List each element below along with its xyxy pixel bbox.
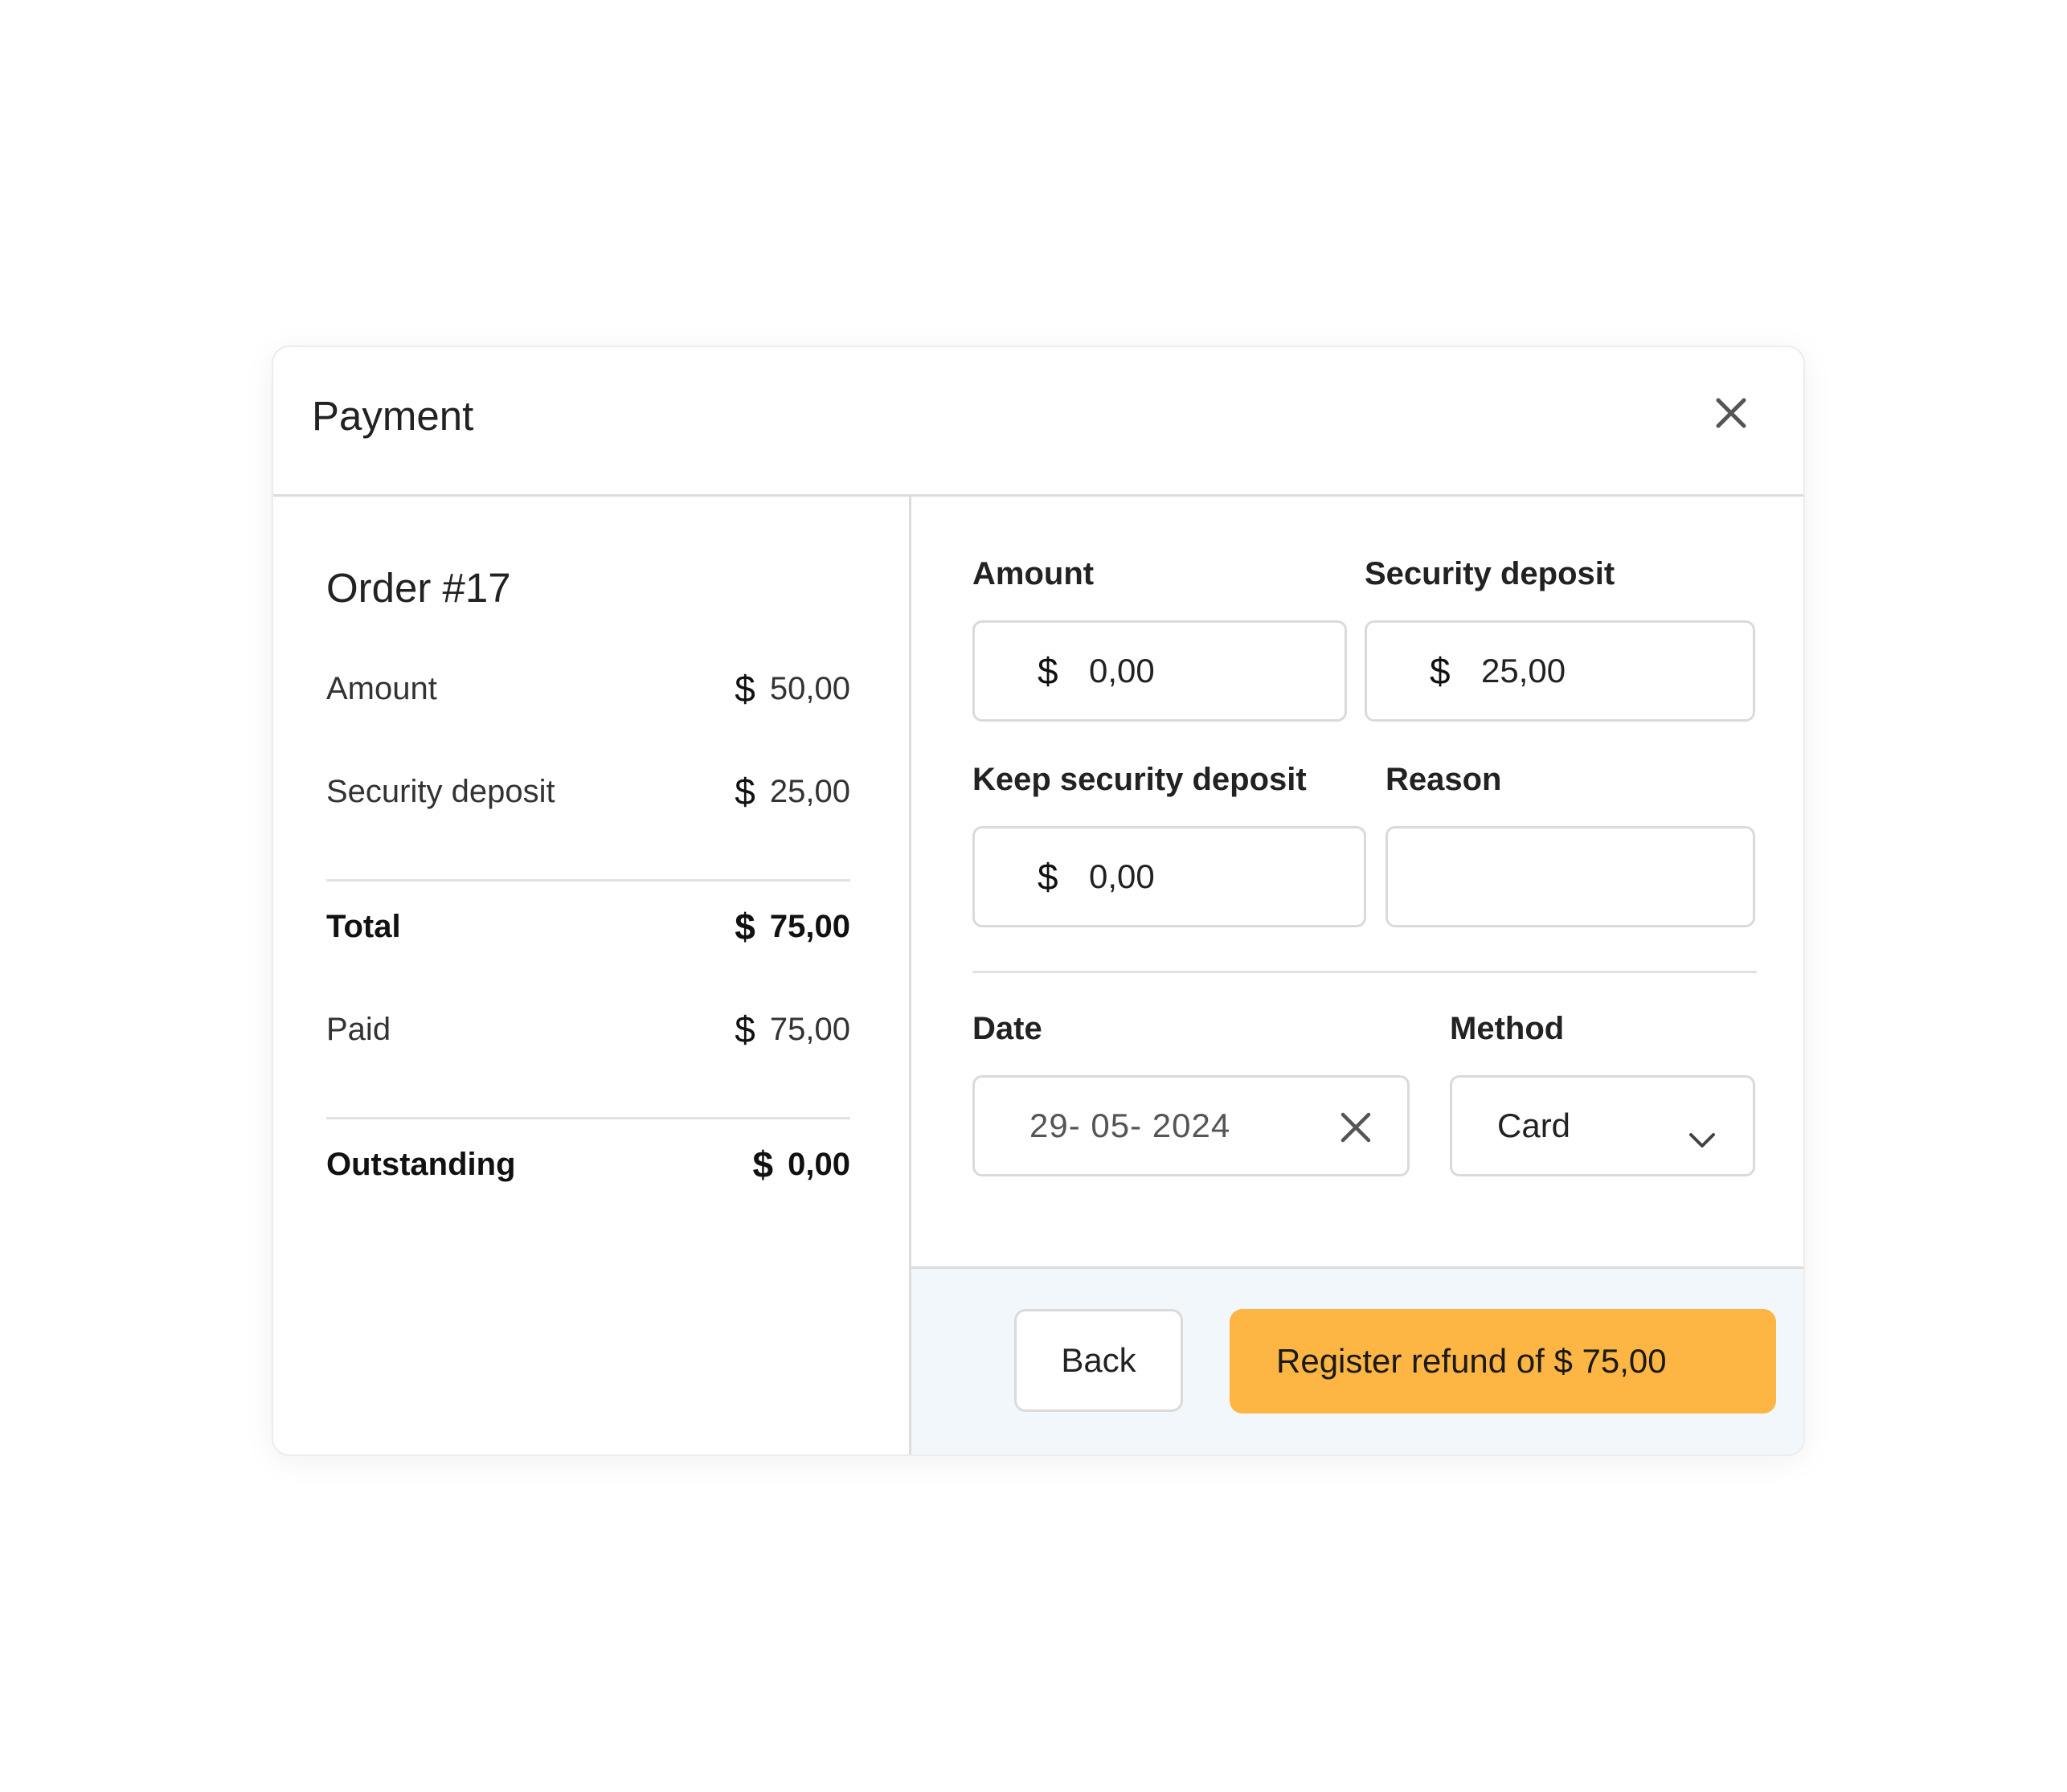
keep-security-deposit-label: Keep security deposit (972, 762, 1307, 797)
summary-label: Security deposit (326, 773, 555, 809)
currency-symbol: $ (1038, 856, 1058, 898)
currency-symbol: $ (735, 906, 755, 947)
summary-label: Paid (326, 1011, 391, 1047)
amount-input[interactable]: $ 0,00 (972, 620, 1347, 722)
summary-divider (326, 1117, 850, 1119)
back-button[interactable]: Back (1014, 1309, 1183, 1412)
reason-label: Reason (1386, 762, 1502, 797)
currency-symbol: $ (735, 668, 755, 710)
summary-row-security-deposit: Security deposit $25,00 (326, 770, 850, 813)
summary-row-total: Total $75,00 (326, 905, 850, 948)
modal-title: Payment (312, 393, 474, 439)
order-title: Order #17 (326, 565, 511, 611)
form-divider (972, 971, 1757, 973)
modal-header: Payment (273, 347, 1803, 497)
amount-label: Amount (972, 556, 1095, 591)
clear-date-icon[interactable] (1340, 1111, 1372, 1144)
modal-footer: Back Register refund of $ 75,00 (911, 1266, 1803, 1454)
summary-value: 0,00 (788, 1146, 850, 1182)
summary-value: 75,00 (769, 1011, 850, 1047)
order-summary: Order #17 Amount $50,00 Security deposit… (273, 497, 911, 1454)
reason-input[interactable] (1386, 826, 1755, 927)
amount-value: 0,00 (1089, 652, 1155, 689)
date-value: 29- 05- 2024 (1029, 1107, 1231, 1144)
keep-security-deposit-value: 0,00 (1089, 857, 1155, 895)
currency-symbol: $ (1038, 650, 1058, 692)
summary-row-paid: Paid $75,00 (326, 1008, 850, 1051)
chevron-down-icon (1688, 1119, 1716, 1148)
method-select[interactable]: Card (1450, 1075, 1755, 1176)
currency-symbol: $ (1430, 650, 1451, 692)
summary-row-outstanding: Outstanding $0,00 (326, 1143, 850, 1186)
date-input[interactable]: 29- 05- 2024 (972, 1075, 1410, 1176)
method-label: Method (1450, 1011, 1565, 1046)
security-deposit-label: Security deposit (1365, 556, 1615, 591)
currency-symbol: $ (752, 1144, 774, 1185)
register-refund-button[interactable]: Register refund of $ 75,00 (1230, 1309, 1776, 1414)
summary-value: 75,00 (769, 908, 850, 944)
summary-row-amount: Amount $50,00 (326, 667, 850, 710)
security-deposit-input[interactable]: $ 25,00 (1365, 620, 1755, 722)
keep-security-deposit-input[interactable]: $ 0,00 (972, 826, 1366, 927)
summary-value: 50,00 (769, 670, 850, 706)
summary-label: Total (326, 908, 401, 944)
summary-label: Amount (326, 670, 437, 706)
payment-modal: Payment Order #17 Amount $50,00 Security… (272, 346, 1805, 1456)
summary-label: Outstanding (326, 1146, 516, 1182)
close-icon[interactable] (1707, 389, 1755, 437)
summary-divider (326, 879, 850, 882)
method-value: Card (1497, 1107, 1571, 1144)
currency-symbol: $ (735, 771, 755, 812)
security-deposit-value: 25,00 (1481, 652, 1566, 689)
summary-value: 25,00 (769, 773, 850, 809)
refund-form: Amount $ 0,00 Security deposit $ 25,00 K… (911, 497, 1803, 1454)
date-label: Date (972, 1011, 1042, 1046)
currency-symbol: $ (735, 1009, 755, 1050)
